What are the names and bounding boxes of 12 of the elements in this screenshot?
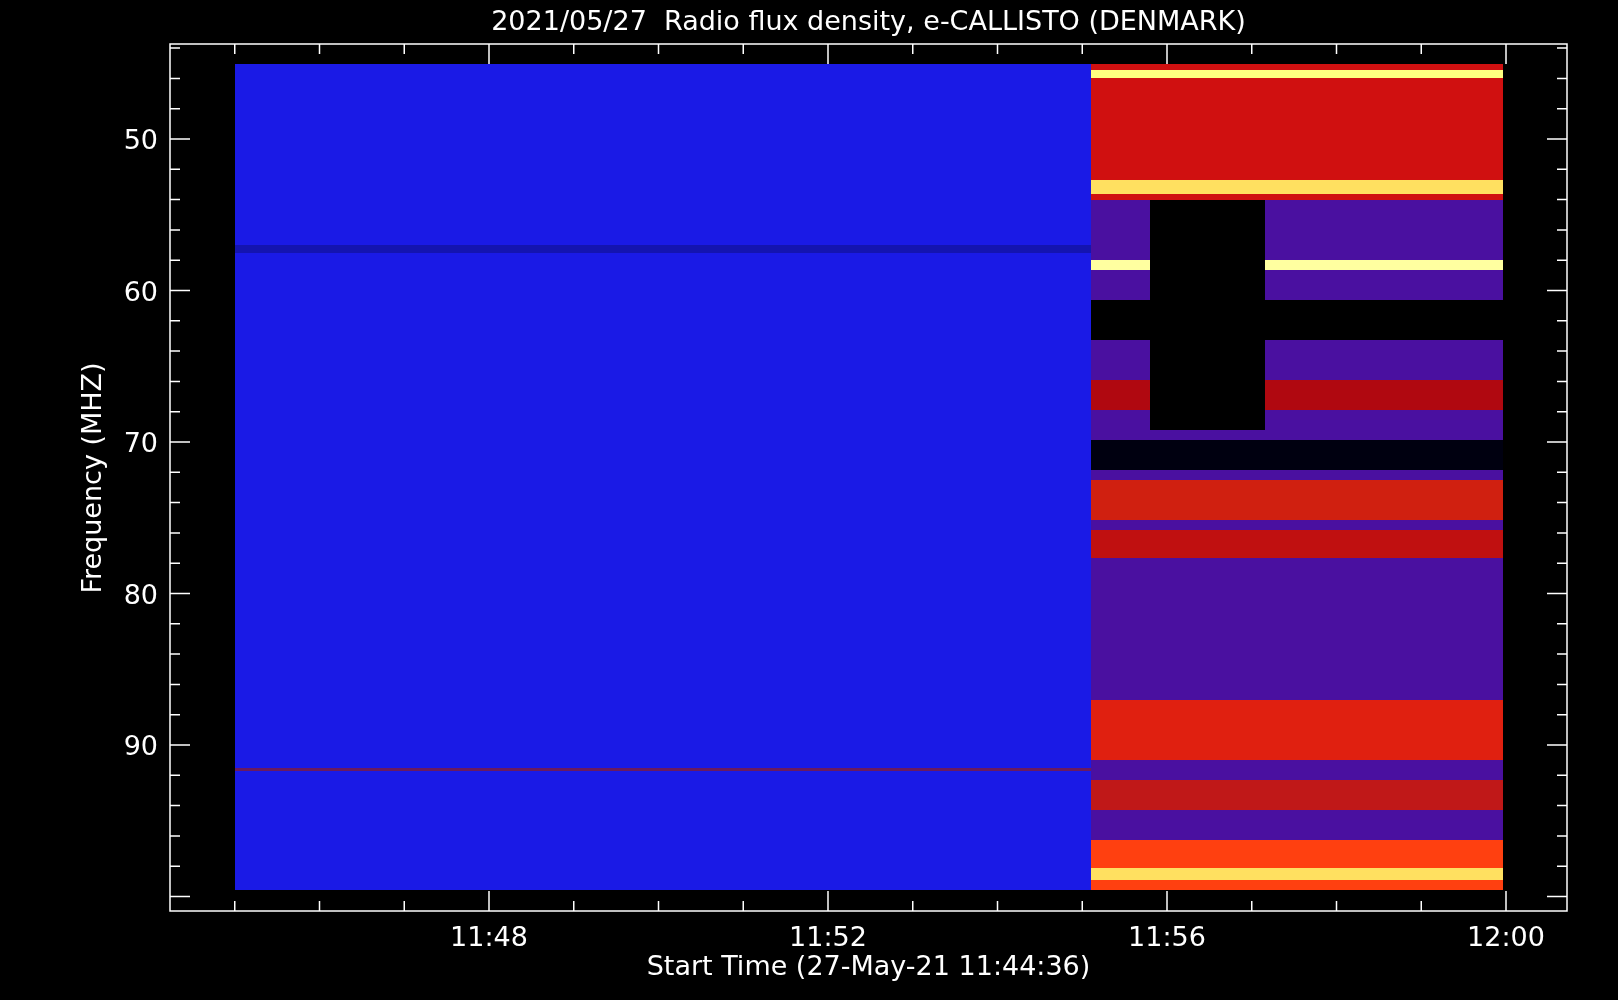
tick-label: 11:52 — [789, 921, 867, 952]
tick-label: 70 — [123, 427, 158, 458]
tick-label: 11:48 — [450, 921, 528, 952]
tick-label: 11:56 — [1128, 921, 1206, 952]
tick-label: 90 — [123, 730, 158, 761]
chart-title: 2021/05/27 Radio flux density, e-CALLISTO (DENMARK) — [491, 5, 1246, 36]
tick-label: 60 — [123, 275, 158, 307]
tick-label: 12:00 — [1467, 921, 1545, 952]
axis-title: Start Time (27-May-21 11:44:36) — [646, 950, 1091, 981]
axis-title: Frequency (MHZ) — [76, 362, 107, 594]
tick-label: 50 — [123, 124, 158, 155]
tick-label: 80 — [123, 578, 158, 610]
